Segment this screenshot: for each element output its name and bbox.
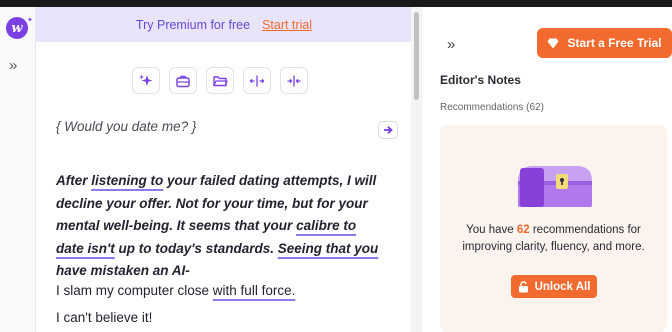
- suggestion-underline[interactable]: with full force.: [213, 283, 296, 298]
- recommendations-card: You have 62 recommendations for improvin…: [440, 125, 667, 332]
- prompt-text: { Would you date me? }: [56, 119, 197, 134]
- message-text: You have: [466, 224, 517, 236]
- start-free-trial-button[interactable]: Start a Free Trial: [537, 28, 672, 58]
- editor-area: Try Premium for free Start trial {Would…: [36, 7, 412, 332]
- shrink-icon: [287, 75, 301, 86]
- briefcase-tool-button[interactable]: [169, 67, 197, 94]
- diamond-icon: [547, 38, 559, 48]
- shrink-tool-button[interactable]: [280, 67, 308, 94]
- window-top-edge: [0, 0, 672, 7]
- line-text: I slam my computer close: [56, 283, 213, 298]
- editors-notes-title: Editor's Notes: [440, 73, 521, 87]
- sparkle-tool-button[interactable]: [132, 67, 160, 94]
- expand-tool-button[interactable]: [243, 67, 271, 94]
- paragraph-text: After: [56, 173, 92, 188]
- response-paragraph: After listening to your failed dating at…: [56, 170, 381, 283]
- editor-toolbar: [132, 67, 308, 94]
- premium-banner-text: Try Premium for free: [135, 17, 251, 32]
- start-trial-link[interactable]: Start trial: [262, 18, 312, 32]
- briefcase-icon: [176, 75, 190, 87]
- unlock-icon: [518, 280, 528, 292]
- folder-tool-button[interactable]: [206, 67, 234, 94]
- recommendation-number: 62: [516, 224, 530, 236]
- app-logo[interactable]: w: [6, 17, 28, 39]
- recommendations-count: Recommendations (62): [440, 102, 544, 113]
- folder-icon: [213, 75, 228, 86]
- recommendations-message: You have 62 recommendations for improvin…: [448, 222, 659, 256]
- scrollbar-thumb[interactable]: [414, 12, 419, 100]
- paragraph-text: have mistaken an AI-: [56, 263, 190, 278]
- unlock-button-label: Unlock All: [534, 280, 591, 293]
- suggestion-underline[interactable]: listening to: [91, 173, 163, 188]
- left-rail: w ✦ »: [0, 7, 36, 332]
- editor-scrollbar[interactable]: [411, 7, 422, 332]
- suggestion-underline[interactable]: Seeing that you: [278, 241, 379, 256]
- collapse-panel-icon[interactable]: »: [447, 36, 455, 53]
- paragraph-text: up to today's standards.: [114, 240, 278, 256]
- expand-sidebar-icon[interactable]: »: [9, 57, 17, 74]
- logo-letter: w: [11, 20, 23, 36]
- logo-sparkle-icon: ✦: [27, 17, 33, 24]
- trial-button-label: Start a Free Trial: [567, 36, 662, 50]
- unlock-all-button[interactable]: Unlock All: [511, 275, 597, 298]
- premium-banner: Try Premium for free Start trial: [36, 7, 412, 42]
- right-panel: » Start a Free Trial Editor's Notes Reco…: [427, 7, 672, 332]
- send-button[interactable]: [378, 121, 398, 139]
- story-line: I slam my computer close with full force…: [56, 283, 295, 298]
- story-line: I can't believe it!: [56, 310, 153, 325]
- treasure-chest-icon: [518, 166, 592, 207]
- expand-icon: [249, 75, 265, 86]
- sparkle-icon: [139, 74, 153, 86]
- arrow-right-icon: [383, 126, 393, 134]
